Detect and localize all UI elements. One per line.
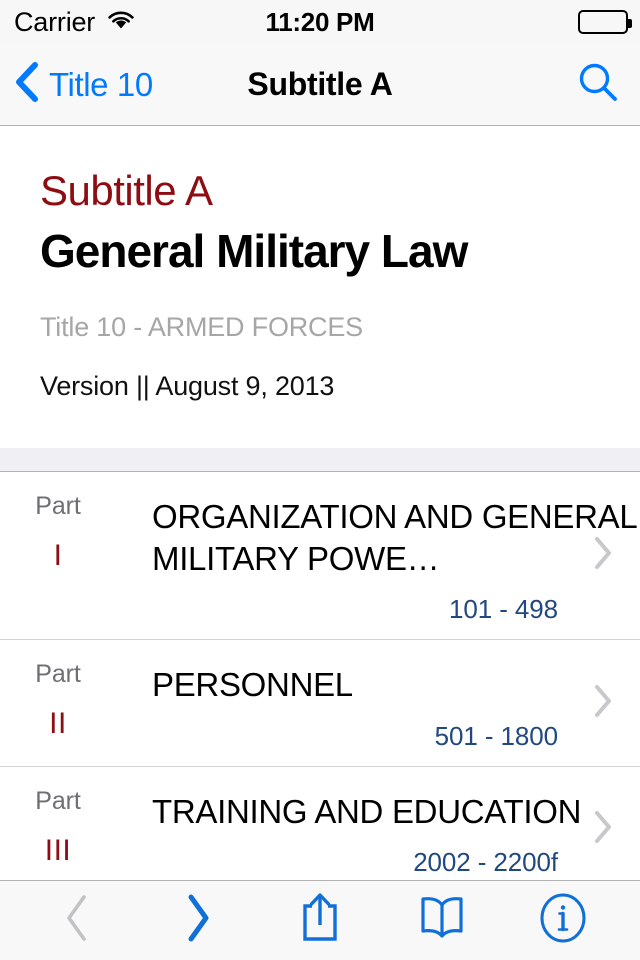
part-marker: Part III xyxy=(0,767,116,880)
search-button[interactable] xyxy=(576,44,620,125)
disclosure-indicator xyxy=(592,767,614,880)
document-parent-label: Title 10 - ARMED FORCES xyxy=(40,311,363,342)
table-row[interactable]: Part III TRAINING AND EDUCATION 2002 - 2… xyxy=(0,766,640,880)
part-marker-numeral: II xyxy=(49,707,67,741)
chevron-right-icon xyxy=(592,683,614,724)
parts-list: Part I ORGANIZATION AND GENERAL MILITARY… xyxy=(0,471,640,880)
book-icon xyxy=(416,895,468,946)
part-marker-label: Part xyxy=(35,786,81,815)
part-marker-numeral: I xyxy=(53,538,63,572)
toolbar-bookmark-button[interactable] xyxy=(400,881,484,960)
chevron-left-icon xyxy=(14,61,40,108)
share-icon xyxy=(297,891,343,950)
clock-label: 11:20 PM xyxy=(265,6,375,37)
back-button-label: Title 10 xyxy=(49,65,153,103)
back-button[interactable]: Title 10 xyxy=(14,44,153,125)
document-scroll-view[interactable]: Subtitle A General Military Law Title 10… xyxy=(0,127,640,880)
part-body: TRAINING AND EDUCATION 2002 - 2200f xyxy=(116,767,640,880)
chevron-right-icon xyxy=(592,535,614,576)
document-title: General Military Law xyxy=(40,225,468,278)
app-root: Carrier 11:20 PM Title 10 Subtitle A Sub… xyxy=(0,0,640,960)
section-separator xyxy=(0,447,640,472)
part-marker-label: Part xyxy=(35,491,81,520)
disclosure-indicator xyxy=(592,472,614,639)
table-row[interactable]: Part II PERSONNEL 501 - 1800 xyxy=(0,640,640,767)
chevron-right-icon xyxy=(592,809,614,850)
part-range: 101 - 498 xyxy=(449,594,558,625)
document-subtitle-label: Subtitle A xyxy=(40,167,213,214)
status-bar-center: 11:20 PM xyxy=(0,0,640,44)
document-version-label: Version || August 9, 2013 xyxy=(40,370,335,401)
part-title: TRAINING AND EDUCATION xyxy=(152,792,582,830)
chevron-right-icon xyxy=(183,892,213,949)
search-icon xyxy=(576,60,620,109)
part-title: PERSONNEL xyxy=(152,666,353,704)
battery-full-icon xyxy=(578,10,632,34)
part-body: PERSONNEL 501 - 1800 xyxy=(116,640,640,765)
chevron-left-icon xyxy=(62,892,92,949)
part-body: ORGANIZATION AND GENERAL MILITARY POWE… … xyxy=(116,472,640,639)
part-marker-numeral: III xyxy=(44,833,72,867)
disclosure-indicator xyxy=(592,640,614,765)
toolbar-info-button[interactable] xyxy=(521,881,605,960)
toolbar-back-button[interactable] xyxy=(35,881,119,960)
status-bar: Carrier 11:20 PM xyxy=(0,0,640,44)
part-title: ORGANIZATION AND GENERAL MILITARY POWE… xyxy=(152,497,637,578)
part-range: 2002 - 2200f xyxy=(413,846,558,877)
document-header: Subtitle A General Military Law Title 10… xyxy=(0,127,640,402)
toolbar-share-button[interactable] xyxy=(278,881,362,960)
navigation-bar: Title 10 Subtitle A xyxy=(0,44,640,126)
part-marker: Part II xyxy=(0,640,116,765)
part-range: 501 - 1800 xyxy=(434,720,558,751)
bottom-toolbar xyxy=(0,880,640,960)
info-circle-icon xyxy=(538,891,588,950)
toolbar-forward-button[interactable] xyxy=(156,881,240,960)
status-bar-right xyxy=(578,0,632,44)
table-row[interactable]: Part I ORGANIZATION AND GENERAL MILITARY… xyxy=(0,471,640,641)
part-marker-label: Part xyxy=(35,660,81,689)
part-marker: Part I xyxy=(0,472,116,639)
